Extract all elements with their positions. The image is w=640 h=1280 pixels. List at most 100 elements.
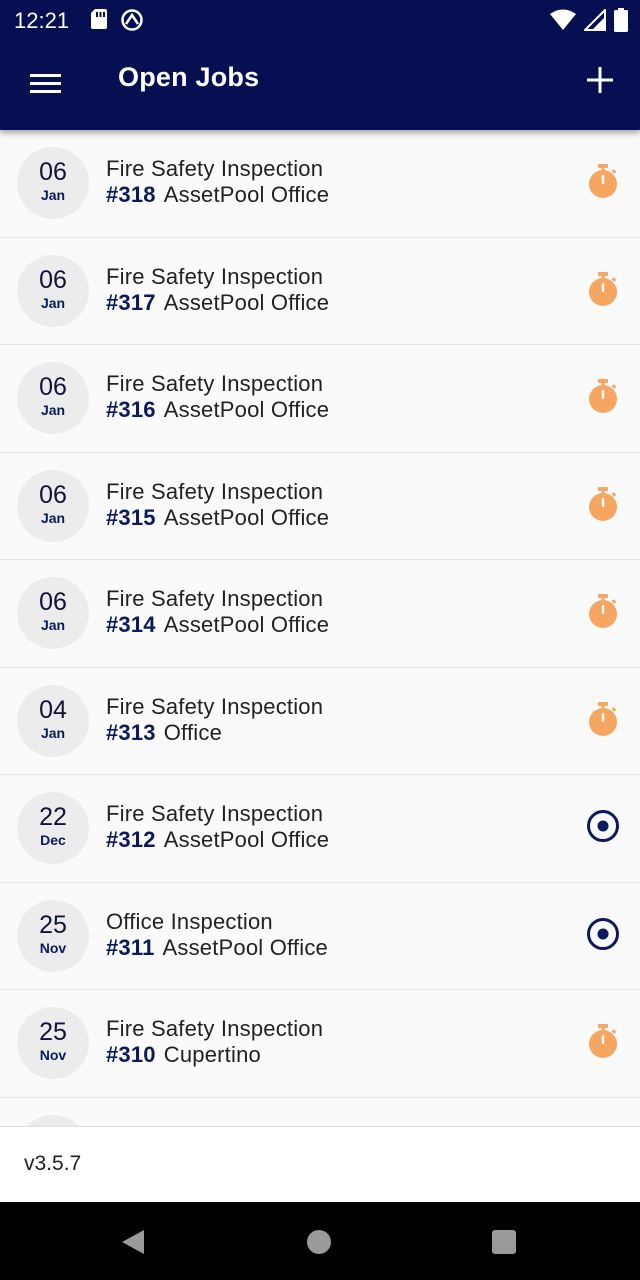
job-row[interactable]: 06 Jan Fire Safety Inspection #314 AssetP… (0, 560, 640, 668)
job-location: AssetPool Office (163, 289, 330, 315)
date-month: Jan (40, 617, 66, 633)
date-month: Jan (40, 724, 66, 741)
job-location: AssetPool Office (163, 504, 330, 530)
stopwatch-icon (589, 271, 617, 306)
status-icon[interactable] (586, 163, 620, 199)
job-title: Fire Safety Inspection (106, 1016, 324, 1041)
job-title: Fire Safety Inspection (106, 801, 324, 826)
job-subtitle: #315 AssetPool Office (106, 505, 329, 531)
date-month: Jan (40, 509, 66, 526)
date-day: 06 (39, 265, 67, 294)
stopwatch-icon (589, 164, 617, 198)
job-title: Fire Safety Inspection (106, 263, 324, 289)
back-icon[interactable] (120, 1228, 146, 1256)
system-nav-bar (0, 1202, 640, 1280)
job-row[interactable]: 06 Jan Fire Safety Inspection #315 AssetP… (0, 453, 640, 560)
date-badge: 25 Nov (17, 899, 89, 972)
job-number: #316 (106, 397, 156, 422)
battery-icon (614, 8, 628, 32)
date-badge: 06 Jan (17, 147, 89, 219)
job-number: #314 (106, 612, 156, 637)
job-location: Cupertino (163, 1042, 261, 1067)
job-location: AssetPool Office (163, 827, 330, 852)
hamburger-menu-icon[interactable] (30, 68, 62, 100)
date-badge: 06 Jan (17, 362, 89, 434)
job-list: 06 Jan Fire Safety Inspection #318 AssetP… (0, 130, 640, 1126)
date-badge: 06 Jan (17, 577, 89, 649)
date-month: Jan (40, 294, 66, 311)
job-subtitle: #311 AssetPool Office (106, 935, 328, 961)
job-title: Fire Safety Inspection (106, 371, 324, 396)
job-row[interactable]: 25 Nov Fire Safety Inspection #310 Cupert… (0, 990, 640, 1098)
status-icon[interactable] (586, 593, 620, 629)
status-bar: 12:21 (0, 0, 640, 42)
job-title: Fire Safety Inspection (106, 478, 324, 504)
date-badge: 06 Jan (17, 254, 89, 327)
signal-icon (584, 9, 606, 31)
job-subtitle: #310 Cupertino (106, 1042, 261, 1068)
date-badge: 25 Nov (17, 1007, 89, 1079)
job-number: #317 (106, 289, 156, 315)
recents-icon[interactable] (492, 1230, 516, 1254)
date-day: 25 (39, 910, 67, 939)
status-time: 12:21 (14, 8, 70, 33)
date-day: 06 (39, 588, 67, 616)
status-icon[interactable] (586, 271, 620, 307)
job-title: Office Inspection (106, 908, 273, 934)
job-row[interactable]: 04 Jan Fire Safety Inspection #313 Office (0, 668, 640, 775)
job-number: #310 (106, 1042, 156, 1067)
job-number: #311 (106, 934, 155, 960)
job-number: #313 (106, 719, 156, 745)
date-day: 22 (39, 803, 67, 831)
status-icon[interactable] (586, 486, 620, 522)
status-icon[interactable] (586, 808, 620, 844)
job-row[interactable]: 06 Jan Fire Safety Inspection #317 AssetP… (0, 238, 640, 345)
date-month: Nov (39, 939, 67, 956)
stopwatch-icon (589, 594, 617, 628)
status-icon[interactable] (586, 378, 620, 414)
date-badge: 22 Dec (17, 792, 89, 864)
job-subtitle: #314 AssetPool Office (106, 612, 329, 638)
job-number: #318 (106, 182, 156, 207)
stopwatch-icon (589, 486, 617, 521)
job-number: #312 (106, 827, 156, 852)
sd-card-icon (91, 9, 107, 29)
job-location: AssetPool Office (162, 934, 328, 960)
job-subtitle: #318 AssetPool Office (106, 182, 329, 208)
page-title: Open Jobs (118, 62, 260, 92)
job-subtitle: #313 Office (106, 720, 222, 746)
job-location: AssetPool Office (163, 182, 330, 207)
stopwatch-icon (589, 701, 617, 736)
job-title: Fire Safety Inspection (106, 586, 324, 611)
date-badge (17, 1114, 89, 1126)
job-row[interactable]: 25 Nov Office Inspection #311 AssetPool O… (0, 883, 640, 990)
sync-icon (121, 9, 143, 31)
job-row[interactable]: 06 Jan Fire Safety Inspection #316 AssetP… (0, 345, 640, 453)
date-badge: 04 Jan (17, 684, 89, 757)
app-version: v3.5.7 (24, 1152, 82, 1175)
job-rows: 06 Jan Fire Safety Inspection #318 AssetP… (0, 130, 640, 1098)
date-month: Dec (40, 832, 66, 848)
date-badge: 06 Jan (17, 469, 89, 542)
radio-target-icon (587, 810, 619, 842)
partial-job-row[interactable] (0, 1098, 640, 1126)
home-icon[interactable] (307, 1230, 331, 1254)
status-icon[interactable] (586, 701, 620, 737)
status-icon[interactable] (586, 916, 620, 952)
job-number: #315 (106, 504, 156, 530)
stopwatch-icon (589, 379, 617, 413)
date-month: Jan (40, 402, 66, 418)
job-title: Fire Safety Inspection (106, 156, 324, 181)
job-subtitle: #312 AssetPool Office (106, 827, 329, 853)
status-right-icons (550, 8, 628, 32)
status-icon[interactable] (586, 1023, 620, 1059)
date-month: Nov (39, 1047, 67, 1063)
radio-target-icon (587, 917, 619, 950)
date-day: 06 (39, 158, 67, 186)
stopwatch-icon (589, 1024, 617, 1058)
date-day: 04 (39, 695, 67, 724)
job-row[interactable]: 06 Jan Fire Safety Inspection #318 AssetP… (0, 130, 640, 238)
job-row[interactable]: 22 Dec Fire Safety Inspection #312 AssetP… (0, 775, 640, 883)
job-subtitle: #317 AssetPool Office (106, 290, 329, 316)
plus-icon[interactable] (586, 66, 614, 94)
